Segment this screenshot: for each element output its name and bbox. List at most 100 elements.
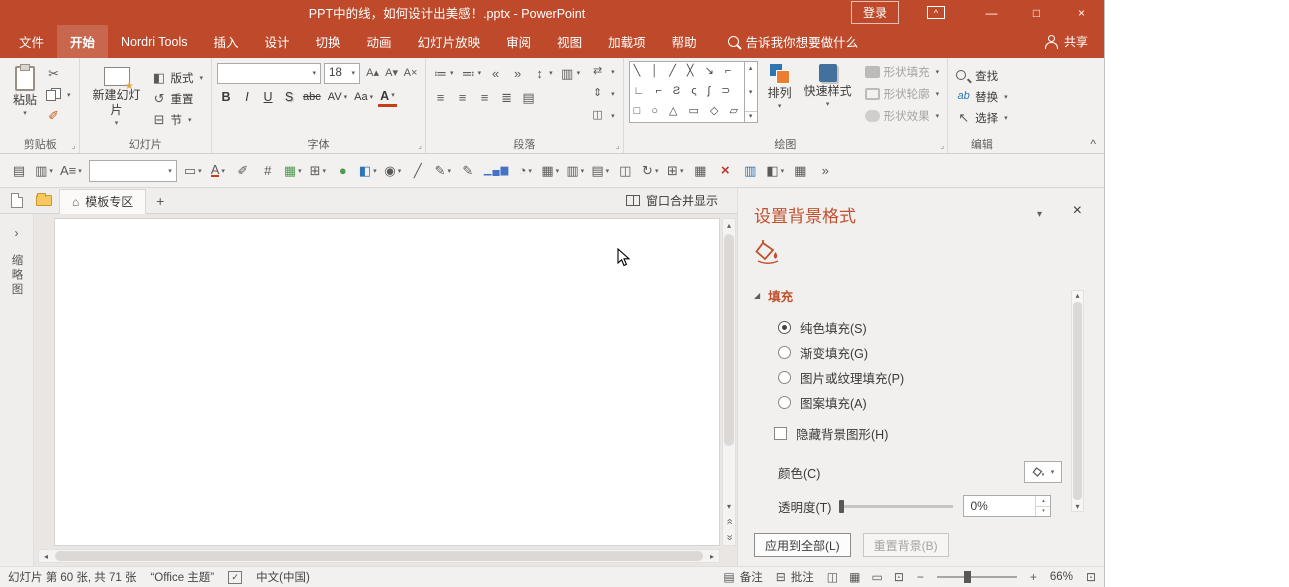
notes-pane-icon[interactable]: ▥ — [738, 158, 762, 184]
next-slide-button[interactable]: » — [724, 534, 735, 540]
dialog-launcher-icon[interactable]: ⌟ — [72, 141, 76, 150]
align-objects-icon[interactable]: ◫ — [613, 158, 637, 184]
pane-scrollbar[interactable]: ▴ ▾ — [1071, 290, 1084, 512]
close-button[interactable]: × — [1059, 0, 1104, 25]
bold-button[interactable]: B — [217, 87, 235, 107]
columns-icon[interactable]: ▥ — [558, 63, 583, 83]
vertical-scrollbar[interactable]: ▴ ▾ « » — [722, 218, 736, 546]
tab-design[interactable]: 设计 — [252, 25, 303, 58]
shape-gallery-row[interactable]: ∟ ⌐ Ƨ ς ʃ ⊃ — [634, 84, 740, 99]
align-text-icon[interactable]: ⇕ — [587, 83, 618, 104]
radio-button[interactable] — [778, 321, 791, 334]
gallery-down-icon[interactable]: ▾ — [749, 88, 753, 96]
text-box-icon[interactable]: ▭ — [181, 158, 205, 184]
text-shadow-button[interactable]: S — [280, 87, 298, 107]
tab-home[interactable]: 开始 — [57, 25, 108, 58]
justify-icon[interactable]: ≣ — [497, 87, 516, 107]
more-tools-icon[interactable]: » — [813, 158, 837, 184]
new-tab-button[interactable]: + — [149, 193, 171, 209]
slide-sorter-icon[interactable]: ▦ — [849, 570, 860, 584]
change-case-button[interactable]: Aa — [352, 87, 375, 107]
scrollbar-thumb[interactable] — [55, 551, 703, 561]
zoom-in-button[interactable]: + — [1030, 570, 1037, 584]
underline-button[interactable]: U — [259, 87, 277, 107]
tab-nordri-tools[interactable]: Nordri Tools — [108, 25, 200, 58]
fill-tab-icon[interactable] — [754, 239, 1084, 268]
grow-font-icon[interactable]: A▴ — [363, 63, 382, 83]
toolbar-style-combo[interactable] — [89, 160, 177, 182]
radio-button[interactable] — [778, 346, 791, 359]
pen-icon[interactable]: ✎ — [431, 158, 455, 184]
theme-indicator[interactable]: “Office 主题” — [150, 569, 214, 585]
scroll-down-icon[interactable]: ▾ — [1075, 502, 1079, 511]
eyedropper-icon[interactable]: ✐ — [231, 158, 255, 184]
align-left-icon[interactable]: ≡ — [431, 87, 450, 107]
table-layout-icon[interactable]: ▤ — [588, 158, 612, 184]
normal-view-icon[interactable]: ◫ — [827, 570, 838, 584]
keyboard-icon[interactable]: ▦ — [688, 158, 712, 184]
horizontal-scrollbar[interactable]: ◂ ▸ — [38, 549, 720, 563]
numbering-icon[interactable]: ≕ — [459, 63, 484, 83]
theme-icon[interactable]: ▥ — [32, 158, 56, 184]
zoom-level[interactable]: 66% — [1050, 571, 1073, 583]
layout-button[interactable]: ◧版式 — [149, 67, 207, 88]
distribute-icon[interactable]: ▤ — [519, 87, 538, 107]
tab-slideshow[interactable]: 幻灯片放映 — [405, 25, 494, 58]
strikethrough-button[interactable]: abc — [301, 87, 323, 107]
zoom-thumb[interactable] — [964, 571, 971, 583]
format-painter-icon[interactable]: ✐ — [43, 105, 74, 126]
expand-pane-icon[interactable]: › — [15, 226, 19, 240]
gallery-up-icon[interactable]: ▴ — [749, 64, 753, 72]
font-color-icon[interactable]: A — [206, 158, 230, 184]
new-document-button[interactable] — [5, 190, 29, 212]
font-color-button[interactable]: A — [378, 87, 397, 107]
option-gradient-fill[interactable]: 渐变填充(G) — [778, 340, 1084, 365]
radio-button[interactable] — [778, 371, 791, 384]
pane-options-icon[interactable]: ▾ — [1037, 209, 1042, 220]
font-size-combo[interactable]: 18 — [324, 63, 360, 84]
scroll-left-icon[interactable]: ◂ — [39, 552, 53, 561]
maximize-button[interactable]: □ — [1014, 0, 1059, 25]
option-picture-fill[interactable]: 图片或纹理填充(P) — [778, 365, 1084, 390]
copy-icon[interactable] — [43, 84, 74, 105]
picture-icon[interactable]: ▦ — [281, 158, 305, 184]
tab-review[interactable]: 审阅 — [493, 25, 544, 58]
fit-to-window-button[interactable]: ⊡ — [1086, 570, 1096, 584]
scroll-up-icon[interactable]: ▴ — [1075, 291, 1079, 300]
shape-effects-item[interactable]: 形状效果 — [862, 105, 943, 126]
radio-button[interactable] — [778, 396, 791, 409]
scrollbar-thumb[interactable] — [724, 234, 734, 446]
line-spacing-icon[interactable]: ↕ — [530, 63, 555, 83]
new-slide-button[interactable]: ★ 新建幻灯片 — [85, 61, 149, 130]
shape-icon[interactable]: ● — [331, 158, 355, 184]
color-picker-button[interactable] — [1024, 461, 1062, 483]
table-style-icon[interactable]: ▥ — [563, 158, 587, 184]
zoom-out-button[interactable]: − — [917, 570, 924, 584]
share-button[interactable]: 共享 — [1029, 25, 1104, 58]
delete-icon[interactable]: × — [713, 158, 737, 184]
section-button[interactable]: ⊟节 — [149, 109, 207, 130]
smartart-icon[interactable]: ◫ — [587, 105, 618, 126]
previous-slide-button[interactable]: « — [724, 518, 735, 524]
language-indicator[interactable]: 中文(中国) — [256, 569, 310, 585]
increase-indent-icon[interactable]: » — [508, 63, 527, 83]
bullets-icon[interactable]: ≔ — [431, 63, 456, 83]
reset-button[interactable]: ↺重置 — [149, 88, 207, 109]
pie-chart-icon[interactable]: ◔ — [513, 158, 537, 184]
select-button[interactable]: ↖选择 — [953, 107, 1011, 128]
shape-gallery-row[interactable]: ╲ │ ╱ ╳ ↘ ⌐ — [634, 64, 740, 79]
gallery-more-icon[interactable]: ▾ — [745, 111, 757, 120]
checkbox[interactable] — [774, 427, 787, 440]
tab-transitions[interactable]: 切换 — [303, 25, 354, 58]
window-merge-toggle[interactable]: 窗口合并显示 — [626, 192, 732, 209]
font-name-combo[interactable] — [217, 63, 321, 84]
find-button[interactable]: 查找 — [953, 65, 1011, 86]
slider-thumb[interactable] — [839, 500, 844, 513]
apply-to-all-button[interactable]: 应用到全部(L) — [754, 533, 851, 557]
grid-icon[interactable]: ▦ — [788, 158, 812, 184]
tell-me-box[interactable]: 告诉我你想要做什么 — [716, 25, 871, 58]
transparency-slider[interactable] — [841, 505, 953, 508]
shape-outline-item[interactable]: 形状轮廓 — [862, 83, 943, 104]
pane-close-icon[interactable]: × — [1073, 202, 1082, 220]
copy-slide-icon[interactable]: ▤ — [7, 158, 31, 184]
